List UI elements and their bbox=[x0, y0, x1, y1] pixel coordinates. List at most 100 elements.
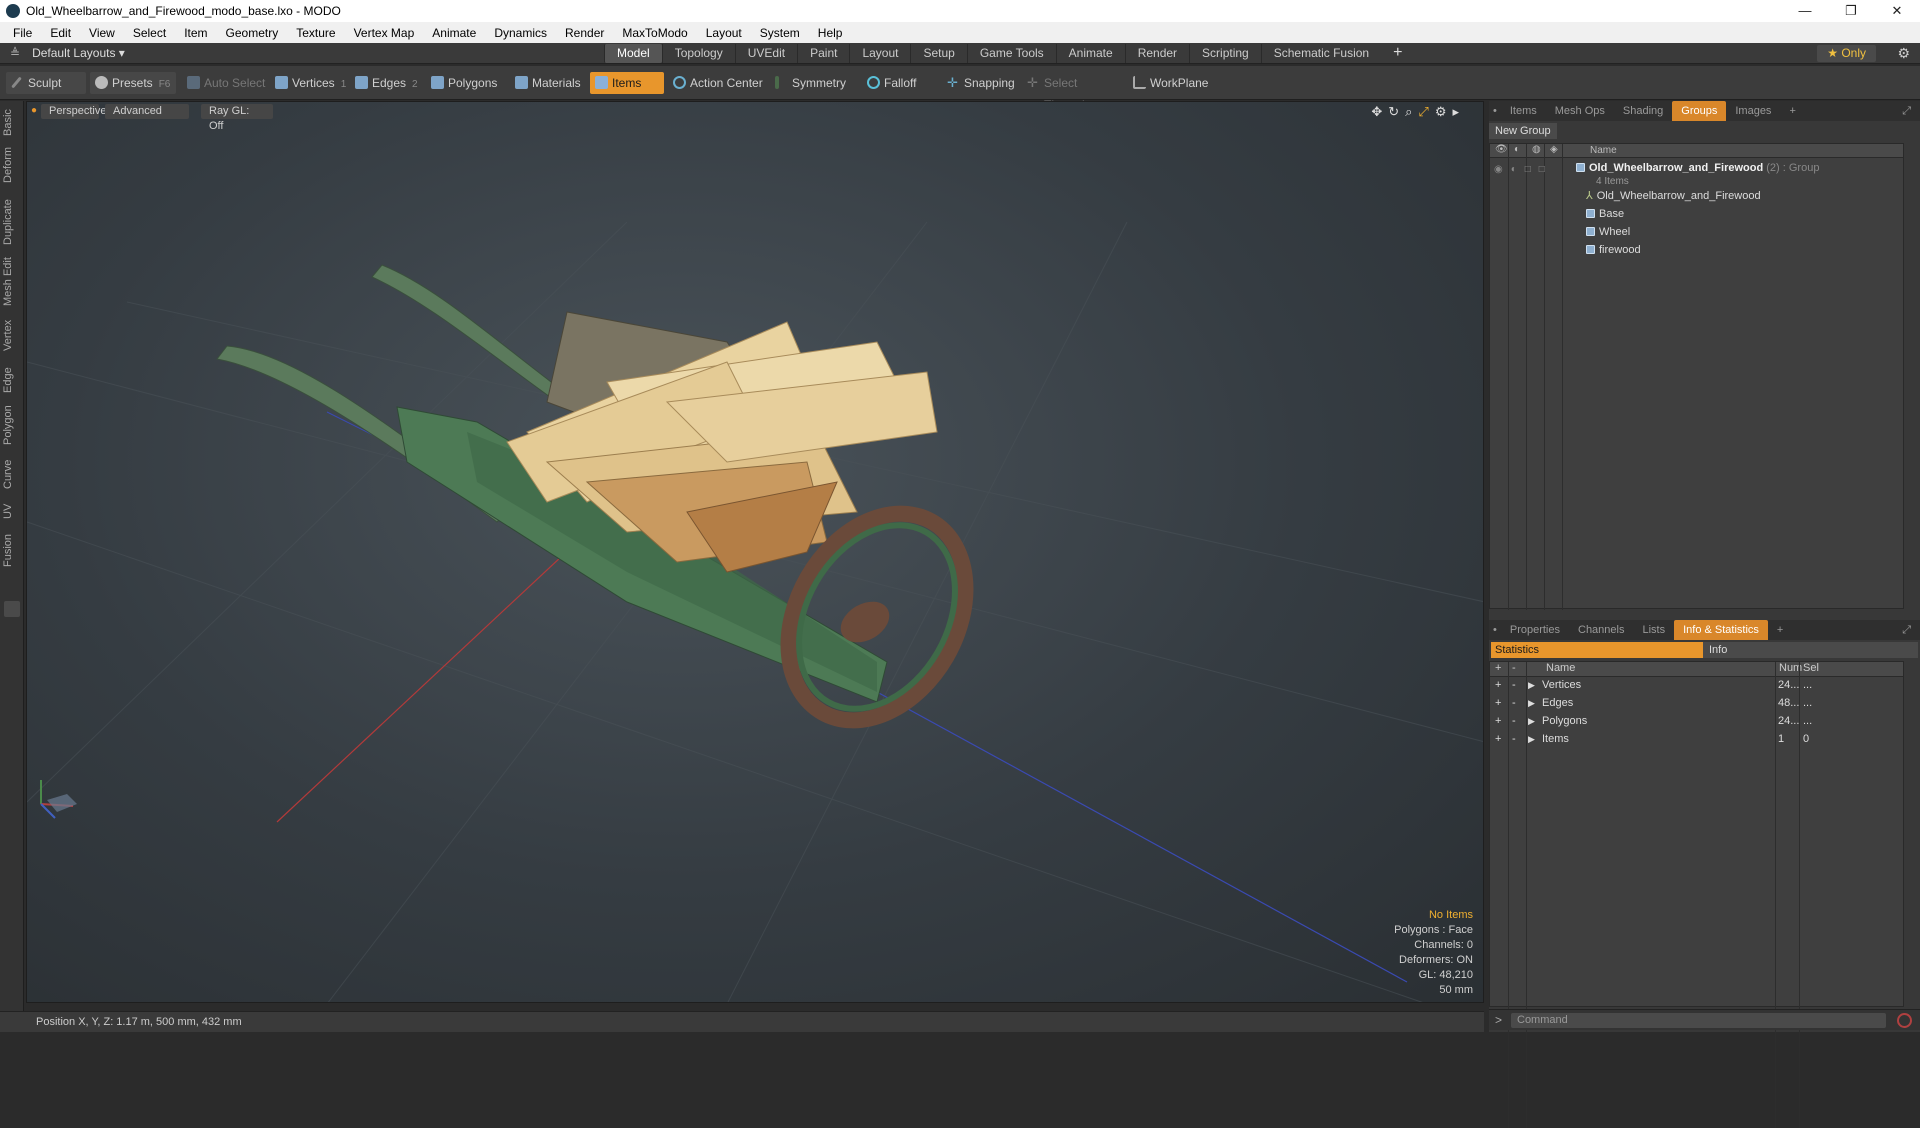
tab-lists[interactable]: Lists bbox=[1633, 620, 1674, 640]
collapse-minus-icon[interactable]: - bbox=[1512, 714, 1516, 729]
add-stat-icon[interactable]: + bbox=[1495, 662, 1501, 674]
left-tab-uv[interactable]: UV bbox=[2, 501, 22, 521]
stats-sel-column[interactable]: Sel bbox=[1803, 662, 1819, 674]
falloff-button[interactable]: Falloff bbox=[862, 72, 934, 94]
maximize-button[interactable]: ❐ bbox=[1828, 0, 1874, 22]
menu-render[interactable]: Render bbox=[556, 26, 613, 40]
add-panel-tab-button[interactable]: + bbox=[1768, 620, 1792, 640]
menu-layout[interactable]: Layout bbox=[697, 26, 751, 40]
expand-arrow-icon[interactable]: ▶ bbox=[1528, 678, 1535, 693]
add-panel-tab-button[interactable]: + bbox=[1780, 101, 1804, 121]
menu-maxtomodo[interactable]: MaxToModo bbox=[613, 26, 696, 40]
action-center-button[interactable]: Action Center bbox=[668, 72, 764, 94]
expand-arrow-icon[interactable]: ▶ bbox=[1528, 714, 1535, 729]
tab-game-tools[interactable]: Game Tools bbox=[966, 44, 1056, 63]
stats-row-vertices[interactable]: + - ▶ Vertices 24... ... bbox=[1490, 678, 1903, 693]
tab-model[interactable]: Model bbox=[604, 44, 662, 63]
subtab-info[interactable]: Info bbox=[1703, 642, 1918, 658]
remove-stat-icon[interactable]: - bbox=[1512, 662, 1516, 674]
new-group-button[interactable]: New Group bbox=[1489, 123, 1557, 139]
expand-plus-icon[interactable]: + bbox=[1495, 732, 1501, 747]
group-child-row[interactable]: Wheel bbox=[1586, 225, 1630, 240]
only-toggle[interactable]: ★ Only bbox=[1817, 45, 1876, 62]
tab-info-statistics[interactable]: Info & Statistics bbox=[1674, 620, 1768, 640]
expand-plus-icon[interactable]: + bbox=[1495, 696, 1501, 711]
menu-item[interactable]: Item bbox=[175, 26, 216, 40]
gear-icon[interactable]: ⚙ bbox=[1897, 43, 1910, 64]
panel-expand-icon[interactable]: ⤢ bbox=[1893, 620, 1920, 640]
expand-arrow-icon[interactable]: ▶ bbox=[1528, 696, 1535, 711]
left-tab-basic[interactable]: Basic bbox=[2, 105, 22, 141]
left-tab-vertex[interactable]: Vertex bbox=[2, 317, 22, 353]
left-strip-toggle[interactable] bbox=[4, 601, 20, 617]
collapse-minus-icon[interactable]: - bbox=[1512, 678, 1516, 693]
panel-expand-icon[interactable]: ⤢ bbox=[1893, 101, 1920, 121]
menu-texture[interactable]: Texture bbox=[287, 26, 344, 40]
tab-layout[interactable]: Layout bbox=[849, 44, 910, 63]
root-row-toggles[interactable]: ◉◐□□ bbox=[1494, 164, 1560, 176]
left-tab-mesh-edit[interactable]: Mesh Edit bbox=[2, 257, 22, 307]
record-macro-icon[interactable] bbox=[1897, 1013, 1912, 1028]
stats-name-column[interactable]: Name bbox=[1546, 662, 1575, 674]
left-tab-polygon[interactable]: Polygon bbox=[2, 403, 22, 447]
menu-file[interactable]: File bbox=[4, 26, 41, 40]
vertices-button[interactable]: Vertices 1 bbox=[270, 72, 348, 94]
group-child-row[interactable]: Base bbox=[1586, 207, 1624, 222]
group-child-row[interactable]: firewood bbox=[1586, 243, 1641, 258]
tab-groups[interactable]: Groups bbox=[1672, 101, 1727, 121]
stats-row-items[interactable]: + - ▶ Items 1 0 bbox=[1490, 732, 1903, 747]
tab-topology[interactable]: Topology bbox=[661, 44, 735, 63]
expand-plus-icon[interactable]: + bbox=[1495, 678, 1501, 693]
groups-name-column[interactable]: Name bbox=[1590, 145, 1617, 156]
menu-system[interactable]: System bbox=[751, 26, 809, 40]
select-through-button[interactable]: ✛ Select Through bbox=[1022, 72, 1122, 112]
left-tab-curve[interactable]: Curve bbox=[2, 457, 22, 491]
tab-scripting[interactable]: Scripting bbox=[1189, 44, 1261, 63]
sculpt-button[interactable]: Sculpt bbox=[6, 72, 86, 94]
menu-help[interactable]: Help bbox=[809, 26, 852, 40]
panel-menu-dot[interactable]: • bbox=[1489, 620, 1501, 640]
tab-paint[interactable]: Paint bbox=[797, 44, 849, 63]
tab-channels[interactable]: Channels bbox=[1569, 620, 1633, 640]
symmetry-button[interactable]: Symmetry bbox=[770, 72, 852, 94]
3d-viewport[interactable]: ● Perspective Advanced Ray GL: Off ✥↻⌕⤢⚙… bbox=[26, 101, 1484, 1003]
collapse-minus-icon[interactable]: - bbox=[1512, 696, 1516, 711]
menu-edit[interactable]: Edit bbox=[41, 26, 80, 40]
panel-menu-dot[interactable]: • bbox=[1489, 101, 1501, 121]
tab-schematic-fusion[interactable]: Schematic Fusion bbox=[1260, 44, 1381, 63]
left-tab-fusion[interactable]: Fusion bbox=[2, 533, 22, 567]
tab-uvedit[interactable]: UVEdit bbox=[734, 44, 797, 63]
tab-mesh-ops[interactable]: Mesh Ops bbox=[1546, 101, 1614, 121]
tab-images[interactable]: Images bbox=[1726, 101, 1780, 121]
subtab-statistics[interactable]: Statistics bbox=[1491, 642, 1703, 658]
stats-row-polygons[interactable]: + - ▶ Polygons 24... ... bbox=[1490, 714, 1903, 729]
auto-select-button[interactable]: Auto Select bbox=[182, 72, 266, 94]
menu-dynamics[interactable]: Dynamics bbox=[485, 26, 556, 40]
command-input[interactable]: Command bbox=[1511, 1013, 1886, 1028]
materials-button[interactable]: Materials bbox=[510, 72, 588, 94]
add-tab-button[interactable]: + bbox=[1381, 44, 1414, 63]
stats-row-edges[interactable]: + - ▶ Edges 48... ... bbox=[1490, 696, 1903, 711]
expand-arrow-icon[interactable]: ▶ bbox=[1528, 732, 1535, 747]
menu-select[interactable]: Select bbox=[124, 26, 175, 40]
tab-shading[interactable]: Shading bbox=[1614, 101, 1672, 121]
expand-plus-icon[interactable]: + bbox=[1495, 714, 1501, 729]
layout-selector[interactable]: ≜ Default Layouts ▾ bbox=[10, 43, 125, 64]
menu-view[interactable]: View bbox=[80, 26, 124, 40]
minimize-button[interactable]: — bbox=[1782, 0, 1828, 22]
items-button[interactable]: Items bbox=[590, 72, 664, 94]
tab-properties[interactable]: Properties bbox=[1501, 620, 1569, 640]
tab-setup[interactable]: Setup bbox=[910, 44, 966, 63]
presets-button[interactable]: Presets F6 bbox=[90, 72, 176, 94]
tab-render[interactable]: Render bbox=[1124, 44, 1189, 63]
edges-button[interactable]: Edges 2 bbox=[350, 72, 424, 94]
snapping-button[interactable]: ✛ Snapping bbox=[942, 72, 1024, 94]
close-button[interactable]: ✕ bbox=[1874, 0, 1920, 22]
polygons-button[interactable]: Polygons bbox=[426, 72, 506, 94]
group-child-row[interactable]: ⅄ Old_Wheelbarrow_and_Firewood bbox=[1586, 189, 1761, 204]
workplane-button[interactable]: WorkPlane bbox=[1128, 72, 1212, 94]
menu-animate[interactable]: Animate bbox=[423, 26, 485, 40]
left-tab-duplicate[interactable]: Duplicate bbox=[2, 197, 22, 247]
left-tab-deform[interactable]: Deform bbox=[2, 145, 22, 185]
menu-geometry[interactable]: Geometry bbox=[217, 26, 288, 40]
